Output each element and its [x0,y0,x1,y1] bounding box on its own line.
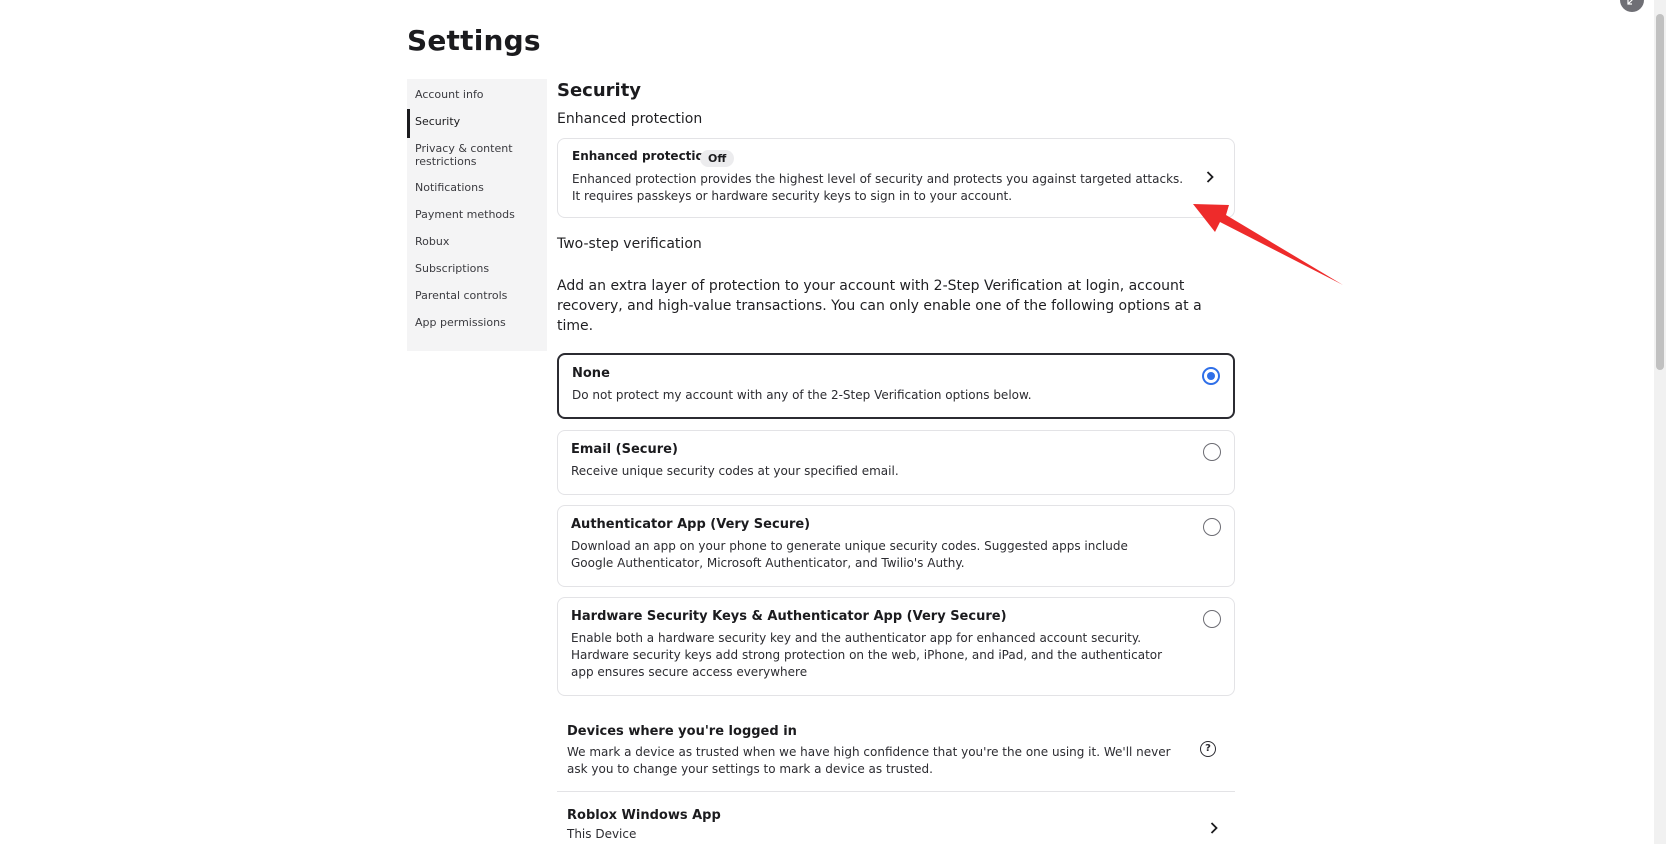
sidebar-item-label: Notifications [415,181,484,194]
chevron-right-icon [1208,822,1220,834]
sidebar-item-notifications[interactable]: Notifications [407,181,492,194]
two-step-intro: Add an extra layer of protection to your… [557,278,1202,334]
option-title: Email (Secure) [571,442,678,457]
sidebar-item-label: Security [415,115,461,128]
option-description: Download an app on your phone to generat… [571,539,1128,570]
option-description: Enable both a hardware security key and … [571,631,1163,679]
enhanced-protection-card[interactable]: Enhanced protection Off Enhanced protect… [557,138,1235,218]
sidebar-item-payment-methods[interactable]: Payment methods [407,208,523,221]
devices-title: Devices where you're logged in [567,724,797,739]
sidebar-item-robux[interactable]: Robux [407,235,457,248]
sidebar-item-account-info[interactable]: Account info [407,88,492,101]
status-badge: Off [700,150,735,167]
sidebar-item-parental-controls[interactable]: Parental controls [407,289,515,302]
settings-sidebar: Account info Security Privacy & content … [407,79,547,351]
sidebar-item-privacy[interactable]: Privacy & content restrictions [407,142,527,168]
expand-button[interactable] [1620,0,1644,12]
two-step-heading: Two-step verification [557,236,702,252]
sidebar-item-label: App permissions [415,316,506,329]
option-authenticator-app[interactable]: Authenticator App (Very Secure) Download… [557,505,1235,587]
devices-section: Devices where you're logged in We mark a… [557,718,1235,792]
option-email[interactable]: Email (Secure) Receive unique security c… [557,430,1235,495]
sidebar-item-label: Parental controls [415,289,508,302]
help-icon[interactable]: ? [1200,741,1216,757]
chevron-right-icon [1204,171,1216,183]
section-title: Security [557,80,642,101]
enhanced-protection-heading: Enhanced protection [557,111,703,127]
device-name: Roblox Windows App [567,808,721,823]
sidebar-item-label: Payment methods [415,208,515,221]
option-description: Do not protect my account with any of th… [572,388,1032,402]
option-title: Hardware Security Keys & Authenticator A… [571,609,1007,624]
radio-email[interactable] [1203,443,1221,461]
enhanced-protection-description: Enhanced protection provides the highest… [572,172,1184,203]
option-description: Receive unique security codes at your sp… [571,464,899,478]
radio-none[interactable] [1202,367,1220,385]
devices-description: We mark a device as trusted when we have… [567,745,1171,776]
option-hardware-keys[interactable]: Hardware Security Keys & Authenticator A… [557,597,1235,696]
sidebar-item-app-permissions[interactable]: App permissions [407,316,514,329]
vertical-scrollbar[interactable] [1654,0,1666,844]
radio-hardware-keys[interactable] [1203,610,1221,628]
device-item[interactable]: Roblox Windows App This Device [557,800,1235,844]
sidebar-item-security[interactable]: Security [407,109,468,138]
sidebar-item-label: Subscriptions [415,262,490,275]
sidebar-item-label: Privacy & content restrictions [415,142,513,168]
option-title: None [572,366,610,381]
sidebar-item-label: Account info [415,88,484,101]
sidebar-item-label: Robux [415,235,450,248]
device-subtitle: This Device [567,827,637,841]
page-title: Settings [407,24,541,57]
enhanced-protection-title: Enhanced protection [572,149,713,163]
scrollbar-thumb[interactable] [1656,14,1664,370]
option-none[interactable]: None Do not protect my account with any … [557,353,1235,419]
option-title: Authenticator App (Very Secure) [571,517,811,532]
radio-authenticator-app[interactable] [1203,518,1221,536]
expand-icon [1627,0,1637,5]
sidebar-item-subscriptions[interactable]: Subscriptions [407,262,497,275]
